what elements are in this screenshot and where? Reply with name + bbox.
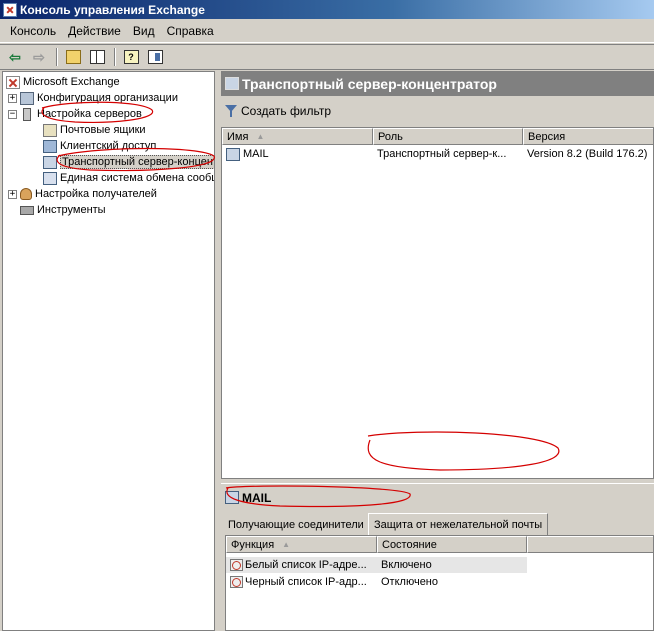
page-title: Транспортный сервер-концентратор	[242, 75, 497, 92]
cell-name: MAIL	[222, 146, 373, 162]
tree-item-server-config[interactable]: − Настройка серверов	[8, 106, 142, 122]
cell-text: Черный список IP-адр...	[245, 576, 367, 588]
menu-console[interactable]: Консоль	[4, 24, 62, 38]
window-title: Консоль управления Exchange	[20, 2, 205, 17]
toolbar: ⇦ ⇨ ?	[0, 44, 654, 70]
column-header-empty	[527, 536, 653, 553]
ip-allow-list-icon	[230, 559, 243, 571]
arrow-left-icon: ⇦	[9, 48, 21, 65]
console-tree-icon	[89, 50, 105, 64]
ip-block-list-icon	[230, 576, 243, 588]
tree-item-hub-transport[interactable]: Транспортный сервер-концентратор	[43, 154, 214, 170]
tree-item-recipient-config[interactable]: + Настройка получателей	[8, 186, 157, 202]
mailbox-server-icon	[43, 123, 57, 137]
cell-feature: Белый список IP-адре...	[226, 557, 377, 573]
column-header-label: Версия	[528, 130, 566, 143]
detail-title: MAIL	[242, 490, 272, 505]
tree-item-label: Настройка серверов	[37, 108, 142, 120]
column-header-name[interactable]: Имя ▲	[222, 128, 373, 145]
detail-tabs: Получающие соединители Защита от нежелат…	[221, 511, 654, 535]
menu-action[interactable]: Действие	[62, 24, 127, 38]
column-header-state[interactable]: Состояние	[377, 536, 527, 553]
column-header-version[interactable]: Версия	[523, 128, 653, 145]
filter-bar: Создать фильтр	[221, 96, 654, 126]
result-pane-header: Транспортный сервер-концентратор	[221, 71, 654, 96]
anti-spam-list: Функция ▲ Состояние Белый список IP-адре.…	[225, 535, 654, 631]
collapse-icon[interactable]: −	[8, 109, 17, 119]
expand-icon[interactable]: +	[8, 189, 17, 199]
create-filter-button[interactable]: Создать фильтр	[241, 104, 331, 118]
arrow-right-icon: ⇨	[33, 48, 45, 65]
action-pane-icon	[147, 50, 163, 64]
help-icon: ?	[123, 50, 139, 64]
unified-messaging-icon	[43, 171, 57, 185]
tree-item-label: Клиентский доступ	[60, 140, 157, 152]
tree-item-label: Настройка получателей	[35, 188, 157, 200]
tab-receive-connectors[interactable]: Получающие соединители	[223, 515, 369, 535]
filter-icon	[225, 104, 237, 118]
tree-item-mailboxes[interactable]: Почтовые ящики	[43, 122, 146, 138]
action-pane-button[interactable]	[144, 46, 166, 68]
tree-item-client-access[interactable]: Клиентский доступ	[43, 138, 156, 154]
recipient-icon	[20, 188, 32, 200]
column-header-label: Имя	[227, 130, 249, 143]
hub-transport-icon	[43, 155, 57, 169]
server-icon	[23, 107, 31, 121]
result-pane: Транспортный сервер-концентратор Создать…	[221, 71, 654, 631]
server-icon	[225, 491, 239, 504]
tree-item-tools[interactable]: Инструменты	[20, 202, 106, 218]
toolbox-icon	[20, 205, 34, 215]
sort-ascending-icon: ▲	[256, 132, 265, 141]
title-bar: Консоль управления Exchange	[0, 0, 654, 19]
tree-item-label: Microsoft Exchange	[23, 76, 120, 88]
tree-item-org-config[interactable]: + Конфигурация организации	[8, 90, 178, 106]
show-hide-tree-button[interactable]	[86, 46, 108, 68]
tree-item-unified-messaging[interactable]: Единая система обмена сообщениями	[43, 170, 214, 186]
organization-icon	[20, 91, 34, 105]
up-level-button[interactable]	[62, 46, 84, 68]
client-access-icon	[43, 139, 57, 153]
menu-bar: Консоль Действие Вид Справка	[0, 19, 654, 43]
tab-anti-spam[interactable]: Защита от нежелательной почты	[368, 513, 549, 535]
detail-header: MAIL	[221, 483, 654, 511]
tree-item-label: Единая система обмена сообщениями	[60, 172, 214, 184]
column-header-feature[interactable]: Функция ▲	[226, 536, 377, 553]
toolbar-separator	[56, 48, 58, 66]
hub-transport-icon	[225, 77, 239, 90]
tree-item-label: Почтовые ящики	[60, 124, 146, 136]
folder-up-icon	[65, 50, 81, 64]
back-button[interactable]: ⇦	[4, 46, 26, 68]
menu-help[interactable]: Справка	[161, 24, 220, 38]
cell-text: MAIL	[243, 148, 269, 160]
tree-item-label: Транспортный сервер-концентратор	[60, 155, 214, 169]
cell-state: Отключено	[381, 576, 438, 588]
exchange-icon	[3, 2, 17, 17]
toolbar-separator	[114, 48, 116, 66]
cell-version: Version 8.2 (Build 176.2)	[527, 148, 648, 160]
exchange-icon	[6, 75, 20, 89]
tree-item-label: Инструменты	[37, 204, 106, 216]
help-button[interactable]: ?	[120, 46, 142, 68]
column-header-role[interactable]: Роль	[373, 128, 523, 145]
forward-button[interactable]: ⇨	[28, 46, 50, 68]
sort-ascending-icon: ▲	[282, 540, 291, 549]
tree-item-exchange[interactable]: Microsoft Exchange	[6, 74, 120, 90]
menu-view[interactable]: Вид	[127, 24, 161, 38]
cell-text: Белый список IP-адре...	[245, 559, 367, 571]
console-tree: Microsoft Exchange + Конфигурация органи…	[2, 71, 215, 631]
cell-role: Транспортный сервер-к...	[377, 148, 507, 160]
cell-feature: Черный список IP-адр...	[226, 574, 377, 590]
server-list: Имя ▲ Роль Версия MAIL Транспортный серве…	[221, 127, 654, 479]
column-header-label: Функция	[231, 538, 275, 551]
column-header-label: Состояние	[382, 538, 437, 551]
tree-item-label: Конфигурация организации	[37, 92, 178, 104]
expand-icon[interactable]: +	[8, 93, 17, 103]
column-header-label: Роль	[378, 130, 403, 143]
server-icon	[226, 147, 240, 161]
cell-state: Включено	[377, 557, 527, 573]
